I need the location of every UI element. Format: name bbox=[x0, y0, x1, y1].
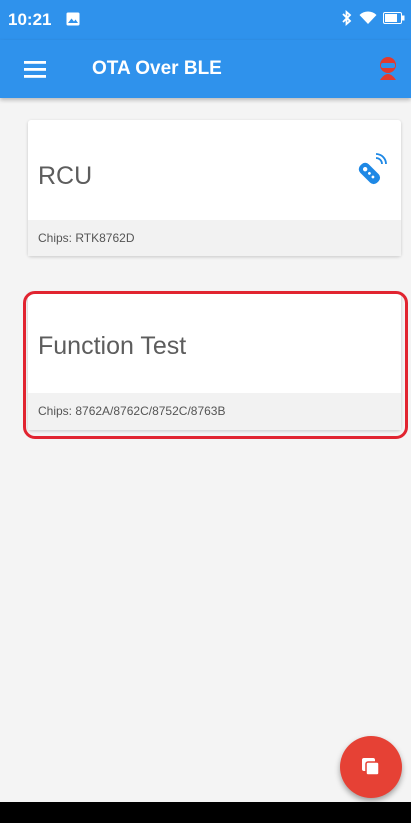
bluetooth-icon bbox=[342, 10, 352, 26]
card-chips: Chips: RTK8762D bbox=[28, 220, 401, 256]
battery-icon bbox=[383, 12, 405, 24]
card-chips: Chips: 8762A/8762C/8752C/8763B bbox=[28, 393, 401, 430]
floating-action-button[interactable] bbox=[340, 736, 402, 798]
navigation-bar bbox=[0, 802, 411, 823]
status-time: 10:21 bbox=[8, 10, 52, 29]
rcu-card[interactable]: RCU Chips: RTK8762D bbox=[28, 120, 401, 256]
status-icons bbox=[341, 10, 405, 26]
wifi-icon bbox=[359, 11, 377, 24]
card-title: RCU bbox=[38, 162, 93, 190]
remote-control-icon bbox=[358, 153, 387, 185]
card-title: Function Test bbox=[38, 332, 187, 360]
profile-icon[interactable] bbox=[375, 54, 401, 82]
app-bar: OTA Over BLE bbox=[0, 40, 411, 98]
image-notification-icon bbox=[66, 12, 80, 26]
page-title: OTA Over BLE bbox=[92, 58, 222, 79]
function-test-card[interactable]: Function Test Chips: 8762A/8762C/8752C/8… bbox=[28, 292, 401, 430]
hamburger-menu-icon[interactable] bbox=[22, 56, 50, 82]
status-bar: 10:21 bbox=[0, 0, 411, 40]
copy-icon bbox=[362, 758, 380, 776]
